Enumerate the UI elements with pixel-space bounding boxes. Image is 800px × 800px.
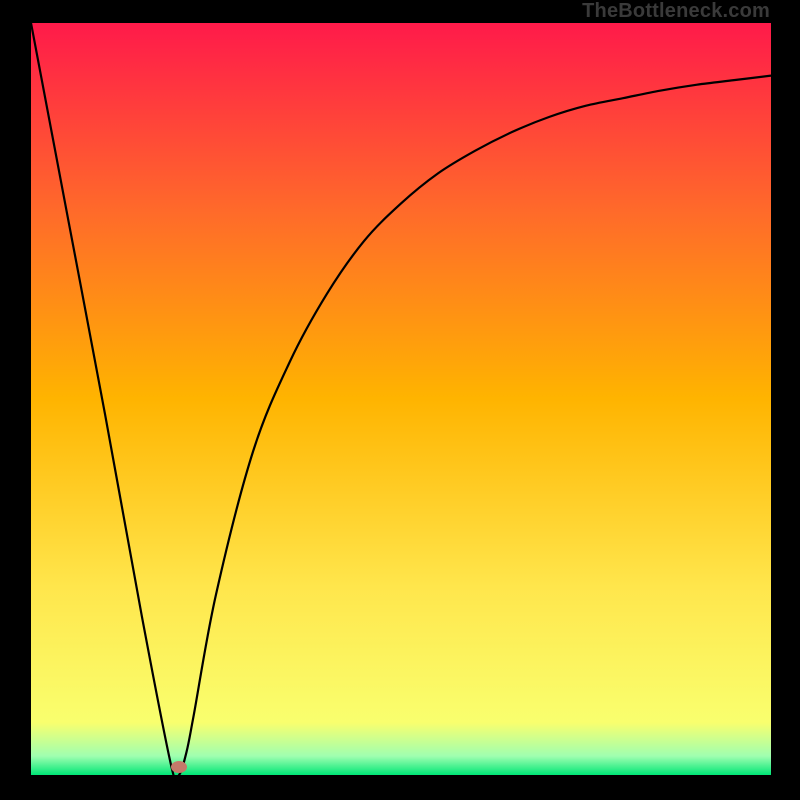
bottleneck-plot [31,23,771,775]
watermark-text: TheBottleneck.com [582,0,770,23]
plot-frame [31,23,771,775]
gradient-background [31,23,771,775]
optimum-marker [171,761,187,773]
